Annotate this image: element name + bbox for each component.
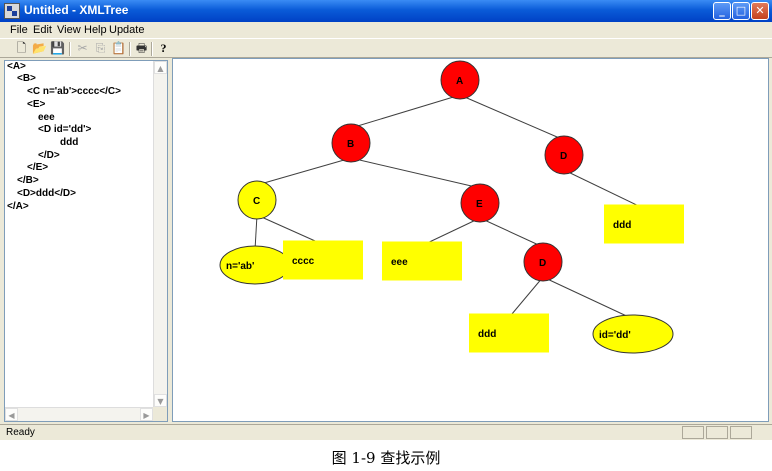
status-panel (730, 426, 752, 439)
tree-node-label: E (476, 199, 483, 210)
toolbar-separator (69, 42, 71, 56)
tree-edge-C-nab (254, 214, 258, 251)
tree-node-D1[interactable]: D (523, 242, 563, 282)
tree-node-iddd[interactable]: id='dd' (592, 314, 674, 354)
xml-line: ddd (60, 137, 79, 148)
xml-line: <C n='ab'>cccc</C> (27, 86, 121, 97)
xml-line: <D>ddd</D> (17, 188, 76, 199)
tree-node-nab[interactable]: n='ab' (219, 245, 291, 285)
tree-node-label: n='ab' (226, 261, 254, 272)
tree-edge-B-E (350, 157, 481, 189)
window-title: Untitled - XMLTree (24, 3, 129, 17)
tree-edge-E-D1 (479, 217, 544, 248)
toolbar: 🗋 📂 💾 ✂ ⎘ 📋 🖶 ? (0, 38, 772, 58)
status-text: Ready (6, 427, 35, 438)
menu-edit[interactable]: Edit (33, 24, 52, 36)
tree-edge-A-B (350, 94, 461, 129)
xml-line: <D id='dd'> (38, 124, 92, 135)
copy-icon[interactable]: ⎘ (93, 41, 108, 56)
app-window: Untitled - XMLTree _ □ ✕ File Edit View … (0, 0, 772, 440)
tree-node-label: eee (391, 257, 408, 268)
tree-edge-E-eee (421, 217, 481, 246)
minimize-button[interactable]: _ (713, 2, 731, 20)
figure-caption: 图 1-9 查找示例 (331, 449, 441, 467)
menu-bar: File Edit View Help Update (0, 22, 772, 38)
new-icon[interactable]: 🗋 (14, 41, 29, 56)
menu-view[interactable]: View (57, 24, 81, 36)
tree-node-E[interactable]: E (460, 183, 500, 223)
toolbar-separator (151, 42, 153, 56)
vertical-scrollbar[interactable]: ▲ ▼ (153, 61, 167, 407)
xml-line: eee (38, 112, 55, 123)
xml-line: <E> (27, 99, 46, 110)
app-icon[interactable] (4, 3, 20, 19)
tree-node-label: ddd (613, 220, 631, 231)
status-panel (706, 426, 728, 439)
xml-line: </D> (38, 150, 60, 161)
tree-node-label: A (456, 76, 463, 87)
tree-edge-C-cccc (256, 214, 324, 245)
xml-line: <B> (17, 73, 36, 84)
xml-line: </E> (27, 162, 49, 173)
tree-edge-D2-ddd2 (563, 169, 645, 209)
xml-line: </B> (17, 175, 39, 186)
close-button[interactable]: ✕ (751, 2, 769, 20)
status-panel (682, 426, 704, 439)
menu-help[interactable]: Help (84, 24, 107, 36)
tree-node-eee[interactable]: eee (382, 241, 462, 281)
xml-line: <A> (7, 61, 26, 72)
tree-node-label: B (347, 139, 354, 150)
xml-tree-diagram: A B D C E Dn='ab' cccc eee ddd id='dd' ddd (219, 60, 684, 354)
tree-node-ddd2[interactable]: ddd (604, 204, 684, 244)
tree-edge-B-C (256, 157, 352, 186)
title-bar[interactable]: Untitled - XMLTree _ □ ✕ (0, 0, 772, 22)
horizontal-scrollbar[interactable]: ◀ ▶ (5, 407, 153, 421)
paste-icon[interactable]: 📋 (111, 41, 126, 56)
tree-node-label: ddd (478, 329, 496, 340)
tree-node-C[interactable]: C (237, 180, 277, 220)
tree-node-B[interactable]: B (331, 123, 371, 163)
tree-edge-A-D2 (459, 94, 565, 141)
tree-node-label: C (253, 196, 260, 207)
help-icon[interactable]: ? (156, 41, 171, 56)
tree-node-cccc[interactable]: cccc (283, 240, 363, 280)
menu-update[interactable]: Update (109, 24, 144, 36)
tree-node-D2[interactable]: D (544, 135, 584, 175)
xml-line: </A> (7, 201, 29, 212)
tree-edge-D1-iddd (542, 276, 634, 320)
scroll-down-icon[interactable]: ▼ (154, 394, 167, 407)
scroll-up-icon[interactable]: ▲ (154, 61, 167, 74)
open-icon[interactable]: 📂 (32, 41, 47, 56)
scrollbar-corner (153, 407, 167, 421)
menu-file[interactable]: File (10, 24, 28, 36)
scroll-right-icon[interactable]: ▶ (140, 408, 153, 421)
tree-node-label: D (560, 151, 567, 162)
toolbar-separator (129, 42, 131, 56)
tree-edge-D1-ddd1 (508, 276, 544, 318)
tree-node-label: id='dd' (599, 330, 631, 341)
tree-node-ddd1[interactable]: ddd (469, 313, 549, 353)
xml-source-pane[interactable]: <A> <B> <C n='ab'>cccc</C> <E> eee <D id… (4, 60, 168, 422)
tree-view-pane[interactable]: A B D C E Dn='ab' cccc eee ddd id='dd' ddd (172, 58, 769, 422)
save-icon[interactable]: 💾 (50, 41, 65, 56)
tree-node-A[interactable]: A (440, 60, 480, 100)
tree-node-label: D (539, 258, 546, 269)
scroll-left-icon[interactable]: ◀ (5, 408, 18, 421)
status-bar: Ready (0, 424, 772, 440)
tree-node-label: cccc (292, 256, 315, 267)
maximize-button[interactable]: □ (732, 2, 750, 20)
print-icon[interactable]: 🖶 (134, 41, 149, 56)
cut-icon[interactable]: ✂ (75, 41, 90, 56)
